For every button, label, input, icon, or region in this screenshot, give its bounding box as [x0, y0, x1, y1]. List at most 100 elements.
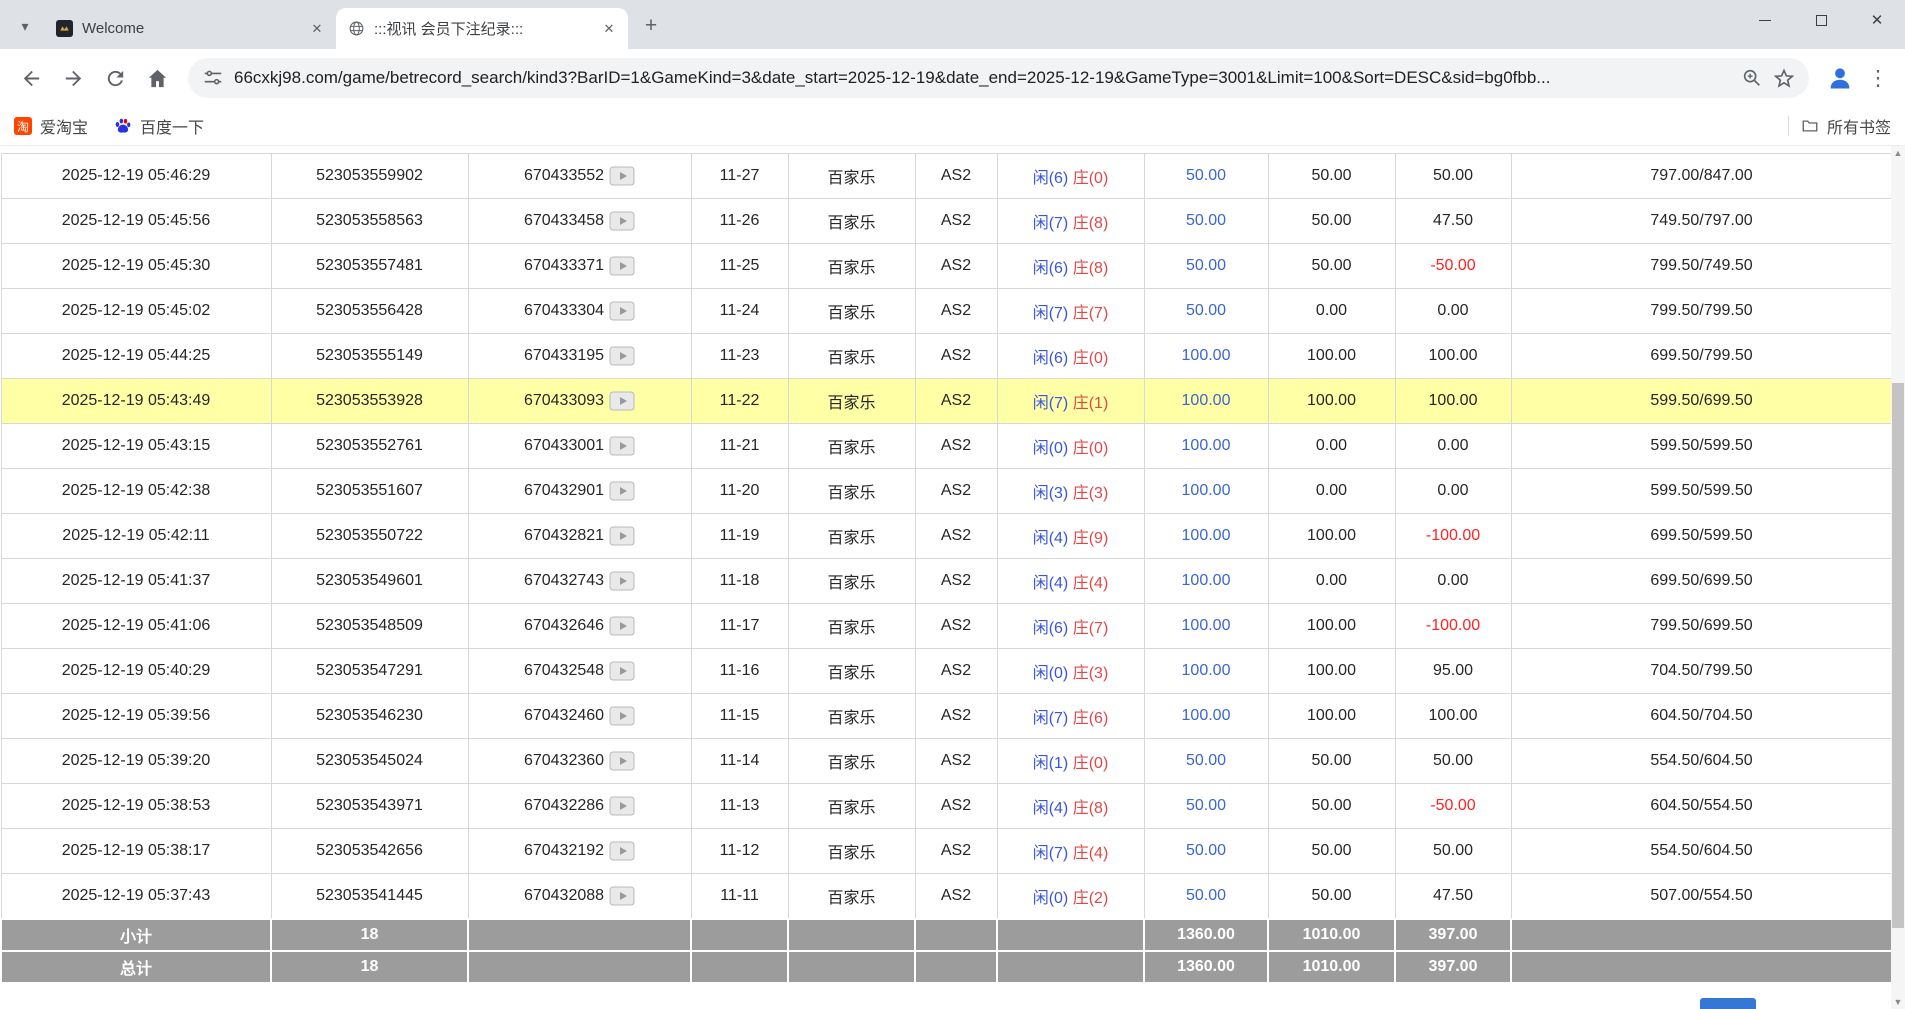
cell-valid-amount: 100.00 [1268, 649, 1395, 694]
replay-video-icon[interactable] [609, 886, 635, 906]
player-result: 闲(4) [1033, 530, 1069, 547]
replay-video-icon[interactable] [609, 166, 635, 186]
cell-game-type: 百家乐 [788, 784, 915, 829]
table-row[interactable]: 2025-12-19 05:43:15523053552761670433001… [1, 424, 1892, 469]
replay-video-icon[interactable] [609, 571, 635, 591]
cell-round: 11-21 [691, 424, 788, 469]
scroll-down-icon[interactable]: ▼ [1891, 995, 1905, 1009]
table-row[interactable]: 2025-12-19 05:39:20523053545024670432360… [1, 739, 1892, 784]
replay-video-icon[interactable] [609, 211, 635, 231]
cell-round: 11-12 [691, 829, 788, 874]
tab-close-icon[interactable]: ✕ [308, 20, 326, 38]
table-row[interactable]: 2025-12-19 05:46:29523053559902670433552… [1, 154, 1892, 199]
game-id-text: 670433458 [524, 212, 604, 229]
vertical-scrollbar[interactable]: ▲ ▼ [1891, 146, 1905, 1009]
replay-video-icon[interactable] [609, 346, 635, 366]
cell-time: 2025-12-19 05:43:49 [1, 379, 271, 424]
cell-bet-amount: 50.00 [1144, 244, 1268, 289]
cell-time: 2025-12-19 05:45:02 [1, 289, 271, 334]
new-tab-button[interactable]: + [636, 11, 666, 41]
home-button[interactable] [138, 59, 176, 97]
cell-win-loss: -100.00 [1395, 514, 1511, 559]
cell-table-name: AS2 [915, 604, 997, 649]
replay-video-icon[interactable] [609, 841, 635, 861]
table-row[interactable]: 2025-12-19 05:45:02523053556428670433304… [1, 289, 1892, 334]
table-row[interactable]: 2025-12-19 05:41:37523053549601670432743… [1, 559, 1892, 604]
cell-win-loss: 50.00 [1395, 154, 1511, 199]
table-row[interactable]: 2025-12-19 05:45:30523053557481670433371… [1, 244, 1892, 289]
site-settings-icon[interactable] [202, 67, 224, 89]
table-row[interactable]: 2025-12-19 05:38:53523053543971670432286… [1, 784, 1892, 829]
tab-bet-records[interactable]: :::视讯 会员下注纪录::: ✕ [336, 8, 628, 49]
cell-valid-amount: 100.00 [1268, 379, 1395, 424]
cell-result: 闲(0) 庄(0) [997, 424, 1144, 469]
replay-video-icon[interactable] [609, 526, 635, 546]
minimize-button[interactable] [1737, 0, 1793, 40]
cell-bet-id: 523053550722 [271, 514, 468, 559]
player-result: 闲(6) [1033, 260, 1069, 277]
cell-game-id: 670432548 [468, 649, 691, 694]
forward-button[interactable] [54, 59, 92, 97]
refresh-button[interactable] [96, 59, 134, 97]
table-row[interactable]: 2025-12-19 05:41:06523053548509670432646… [1, 604, 1892, 649]
close-window-button[interactable]: ✕ [1849, 0, 1905, 40]
table-row[interactable]: 2025-12-19 05:37:43523053541445670432088… [1, 874, 1892, 919]
cell-valid-amount: 50.00 [1268, 784, 1395, 829]
cell-balance: 554.50/604.50 [1511, 739, 1892, 784]
cell-valid-amount: 100.00 [1268, 604, 1395, 649]
replay-video-icon[interactable] [609, 706, 635, 726]
table-row[interactable]: 2025-12-19 05:42:11523053550722670432821… [1, 514, 1892, 559]
table-row[interactable]: 2025-12-19 05:39:56523053546230670432460… [1, 694, 1892, 739]
replay-video-icon[interactable] [609, 301, 635, 321]
table-row[interactable]: 2025-12-19 05:45:56523053558563670433458… [1, 199, 1892, 244]
bookmark-taobao[interactable]: 淘 爱淘宝 [14, 114, 88, 138]
tab-close-icon[interactable]: ✕ [600, 20, 618, 38]
table-row[interactable]: 2025-12-19 05:42:38523053551607670432901… [1, 469, 1892, 514]
table-row[interactable]: 2025-12-19 05:44:25523053555149670433195… [1, 334, 1892, 379]
banker-result: 庄(3) [1073, 665, 1109, 682]
cell-win-loss: -50.00 [1395, 244, 1511, 289]
replay-video-icon[interactable] [609, 616, 635, 636]
game-id-text: 670433001 [524, 437, 604, 454]
replay-video-icon[interactable] [609, 256, 635, 276]
zoom-icon[interactable] [1741, 67, 1763, 89]
partial-blue-button[interactable] [1700, 998, 1756, 1009]
cell-bet-amount: 50.00 [1144, 154, 1268, 199]
banker-result: 庄(8) [1073, 800, 1109, 817]
table-row[interactable]: 2025-12-19 05:38:17523053542656670432192… [1, 829, 1892, 874]
cell-game-type: 百家乐 [788, 649, 915, 694]
profile-avatar[interactable] [1821, 59, 1859, 97]
cell-bet-id: 523053557481 [271, 244, 468, 289]
table-row[interactable]: 2025-12-19 05:43:49523053553928670433093… [1, 379, 1892, 424]
bookmark-baidu[interactable]: 百度一下 [114, 114, 204, 138]
replay-video-icon[interactable] [609, 796, 635, 816]
cell-balance: 799.50/799.50 [1511, 289, 1892, 334]
cell-bet-amount: 100.00 [1144, 694, 1268, 739]
address-bar[interactable]: 66cxkj98.com/game/betrecord_search/kind3… [188, 58, 1809, 98]
table-row[interactable]: 2025-12-19 05:40:29523053547291670432548… [1, 649, 1892, 694]
replay-video-icon[interactable] [609, 436, 635, 456]
cell-balance: 799.50/699.50 [1511, 604, 1892, 649]
cell-balance: 699.50/599.50 [1511, 514, 1892, 559]
cell-balance: 599.50/699.50 [1511, 379, 1892, 424]
bookmark-star-icon[interactable] [1773, 67, 1795, 89]
replay-video-icon[interactable] [609, 391, 635, 411]
tab-welcome[interactable]: Welcome ✕ [44, 8, 336, 49]
cell-win-loss: 100.00 [1395, 334, 1511, 379]
back-button[interactable] [12, 59, 50, 97]
tab-search-chevron-icon[interactable]: ▾ [10, 11, 40, 41]
maximize-button[interactable] [1793, 0, 1849, 40]
cell-win-loss: 47.50 [1395, 874, 1511, 919]
summary-empty-cell [468, 919, 691, 951]
browser-menu-icon[interactable]: ⋮ [1863, 59, 1893, 97]
scroll-up-icon[interactable]: ▲ [1891, 146, 1905, 160]
cell-bet-id: 523053546230 [271, 694, 468, 739]
replay-video-icon[interactable] [609, 661, 635, 681]
replay-video-icon[interactable] [609, 481, 635, 501]
summary-empty-cell [997, 919, 1144, 951]
cell-bet-id: 523053552761 [271, 424, 468, 469]
scrollbar-thumb[interactable] [1892, 383, 1904, 928]
replay-video-icon[interactable] [609, 751, 635, 771]
all-bookmarks-button[interactable]: 所有书签 [1801, 114, 1891, 138]
bookmark-label: 百度一下 [140, 114, 204, 138]
